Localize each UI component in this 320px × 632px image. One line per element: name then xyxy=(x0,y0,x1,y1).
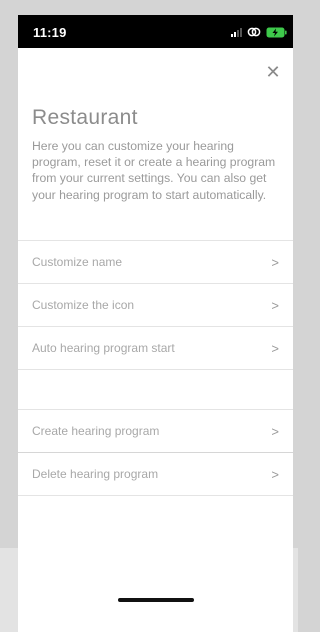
menu-item-auto-start[interactable]: Auto hearing program start > xyxy=(18,327,293,369)
battery-charging-icon xyxy=(266,27,287,37)
menu-item-label: Create hearing program xyxy=(32,424,160,438)
page-description: Here you can customize your hearing prog… xyxy=(32,139,276,202)
page-title: Restaurant xyxy=(32,106,138,129)
status-time: 11:19 xyxy=(33,25,67,40)
chevron-right-icon: > xyxy=(271,466,279,482)
chevron-right-icon: > xyxy=(271,297,279,313)
status-bar: 11:19 xyxy=(18,15,293,48)
link-icon xyxy=(247,27,261,37)
menu-item-label: Customize the icon xyxy=(32,298,135,312)
close-icon[interactable]: ✕ xyxy=(265,63,281,81)
menu-item-create-program[interactable]: Create hearing program > xyxy=(18,410,293,452)
phone-screen: 11:19 ✕ Restaurant Here you can customiz… xyxy=(18,15,293,632)
chevron-right-icon: > xyxy=(271,254,279,270)
chevron-right-icon: > xyxy=(271,340,279,356)
menu-item-delete-program[interactable]: Delete hearing program > xyxy=(18,453,293,495)
menu-item-label: Auto hearing program start xyxy=(32,341,175,355)
chevron-right-icon: > xyxy=(271,423,279,439)
menu-item-customize-icon[interactable]: Customize the icon > xyxy=(18,284,293,326)
menu-item-customize-name[interactable]: Customize name > xyxy=(18,241,293,283)
divider xyxy=(18,369,293,370)
divider xyxy=(18,495,293,496)
signal-icon xyxy=(231,27,242,37)
menu-item-label: Delete hearing program xyxy=(32,467,159,481)
home-indicator[interactable] xyxy=(118,598,194,602)
menu-item-label: Customize name xyxy=(32,255,123,269)
status-icons xyxy=(231,25,287,39)
